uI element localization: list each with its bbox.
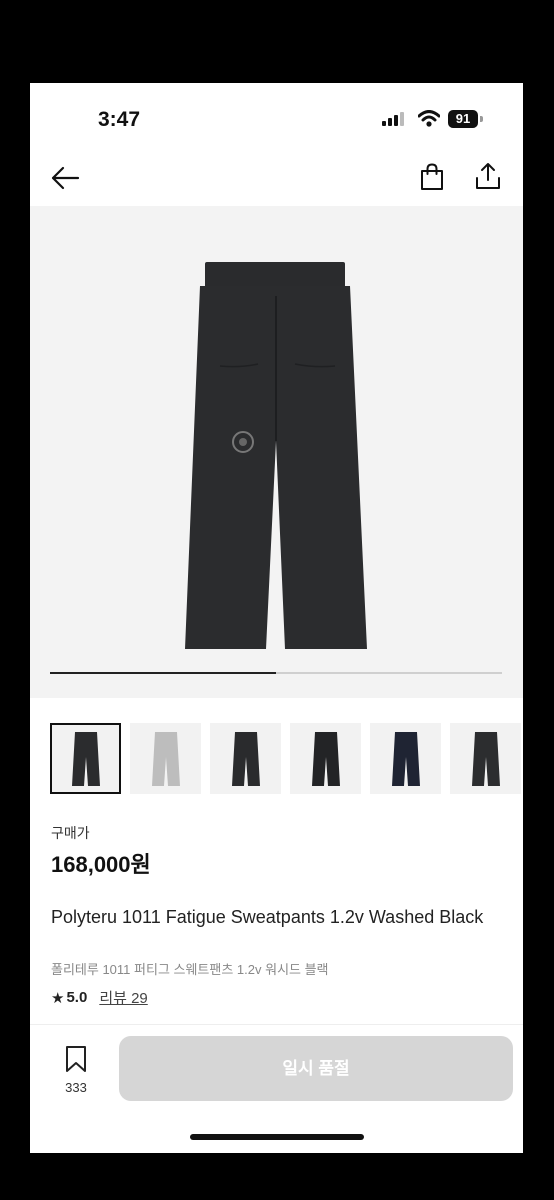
bookmark-count: 333	[65, 1080, 87, 1095]
thumbnail-3[interactable]	[210, 723, 281, 794]
thumbnail-5[interactable]	[370, 723, 441, 794]
thumbnail-4[interactable]	[290, 723, 361, 794]
thumbnail-2[interactable]	[130, 723, 201, 794]
price: 168,000원	[51, 852, 151, 877]
thumbnail-pants-image	[391, 731, 420, 786]
battery-cap	[480, 116, 483, 122]
home-indicator	[190, 1134, 364, 1140]
thumbnail-pants-image	[71, 731, 100, 786]
rating-value: 5.0	[66, 989, 88, 1006]
price-label: 구매가	[51, 825, 90, 841]
soldout-button[interactable]: 일시 품절	[119, 1036, 513, 1101]
product-image	[185, 262, 367, 649]
shopping-bag-icon[interactable]	[419, 163, 445, 196]
share-icon[interactable]	[475, 162, 501, 195]
screen: 3:47 91 구매가 168,000원 Polyteru 1011 Fatig…	[30, 83, 523, 1153]
thumbnail-pants-image	[231, 731, 260, 786]
product-name-korean: 폴리테루 1011 퍼티그 스웨트팬츠 1.2v 워시드 블랙	[51, 962, 329, 977]
thumbnail-pants-image	[311, 731, 340, 786]
top-nav	[30, 155, 523, 205]
rating-row: ★ 5.0 리뷰 29	[51, 987, 148, 1008]
thumbnail-pants-image	[471, 731, 500, 786]
status-time: 3:47	[98, 108, 141, 131]
product-image-carousel[interactable]	[30, 206, 523, 698]
status-bar: 3:47 91	[30, 83, 523, 155]
image-progress-fill	[50, 672, 276, 674]
back-arrow-icon[interactable]	[50, 165, 80, 196]
bookmark-icon	[64, 1046, 88, 1077]
bookmark-button[interactable]: 333	[58, 1045, 94, 1095]
review-link[interactable]: 리뷰 29	[99, 987, 147, 1008]
divider	[30, 1024, 523, 1025]
thumbnail-1[interactable]	[50, 723, 121, 794]
product-name-english: Polyteru 1011 Fatigue Sweatpants 1.2v Wa…	[51, 907, 484, 927]
battery-icon: 91	[448, 110, 478, 128]
thumbnail-strip	[50, 723, 523, 794]
thumbnail-6[interactable]	[450, 723, 521, 794]
signal-icon	[382, 112, 404, 131]
thumbnail-pants-image	[151, 731, 180, 786]
star-icon: ★	[51, 989, 65, 1007]
image-progress-track	[50, 672, 502, 674]
wifi-icon	[417, 110, 441, 132]
